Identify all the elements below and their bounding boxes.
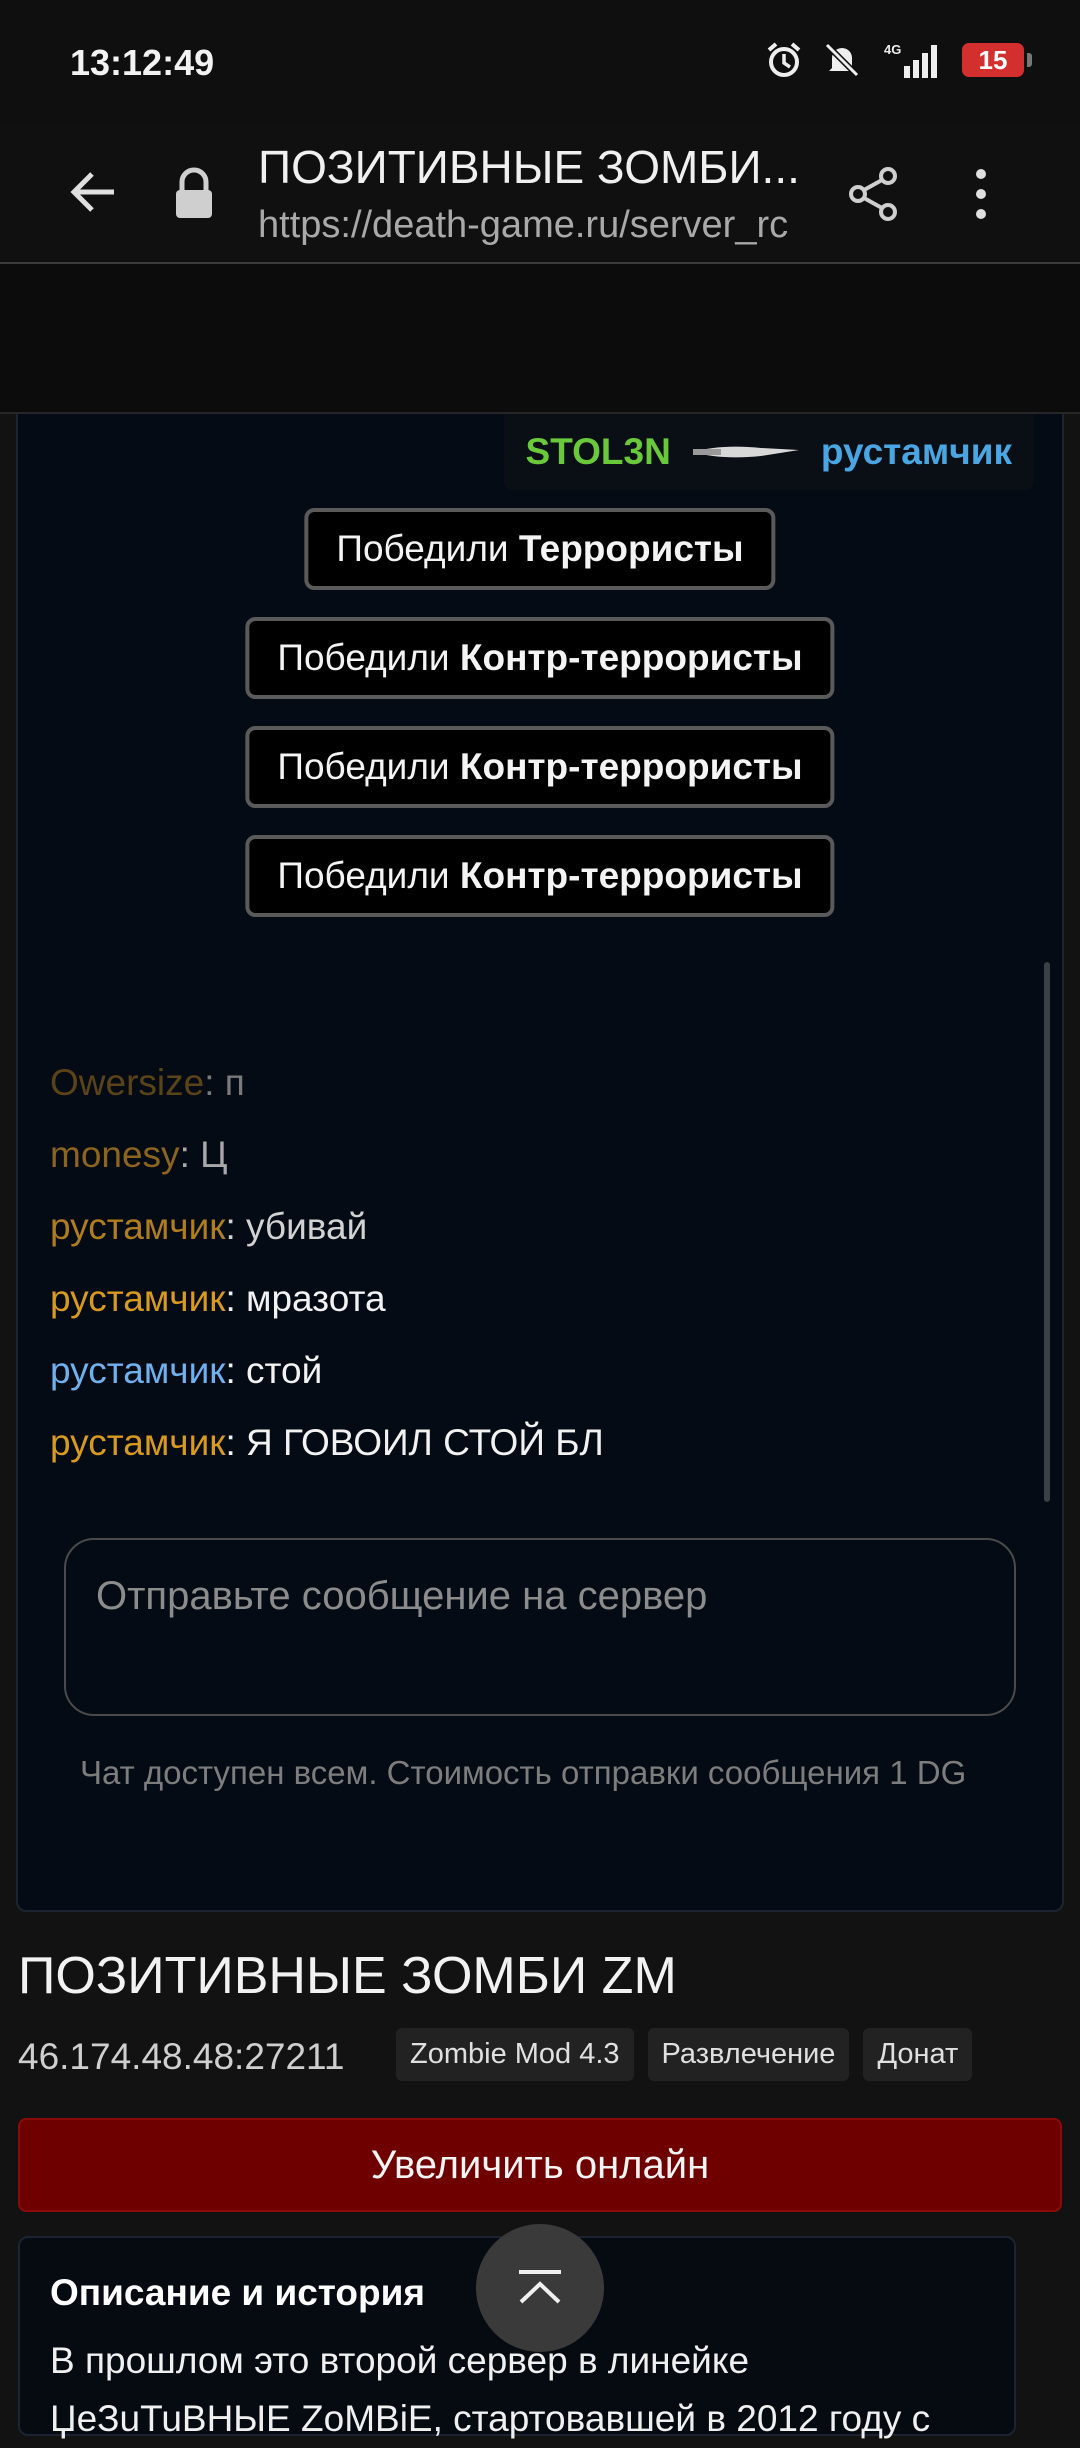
round-prefix: Победили	[277, 746, 450, 787]
server-tags: Zombie Mod 4.3 Развлечение Донат	[396, 2028, 973, 2081]
chat-author[interactable]: рустамчик	[50, 1422, 225, 1463]
lock-icon[interactable]	[172, 166, 216, 222]
scroll-to-top-button[interactable]	[476, 2224, 604, 2352]
tag-donate[interactable]: Донат	[863, 2028, 973, 2081]
chat-text: мразота	[246, 1278, 386, 1319]
round-team: Контр-террористы	[459, 637, 803, 678]
message-input[interactable]: Отправьте сообщение на сервер	[64, 1538, 1016, 1716]
chat-author[interactable]: рустамчик	[50, 1278, 225, 1319]
signal-icon: 4G	[884, 42, 937, 78]
tag-mod[interactable]: Zombie Mod 4.3	[396, 2028, 634, 2081]
round-result: Победили Контр-террористы	[245, 726, 835, 808]
status-time: 13:12:49	[70, 42, 215, 83]
chat-text: п	[224, 1062, 245, 1103]
round-team: Контр-террористы	[459, 746, 803, 787]
round-prefix: Победили	[336, 528, 509, 569]
chat-message: monesy: Ц	[50, 1134, 228, 1175]
chat-scrollbar[interactable]	[1044, 962, 1050, 1502]
round-result: Победили Контр-террористы	[245, 835, 835, 917]
chat-message: рустамчик: Я ГОВОИЛ СТОЙ БЛ	[50, 1422, 604, 1463]
bell-muted-icon	[824, 42, 860, 78]
server-ip[interactable]: 46.174.48.48:27211	[18, 2036, 344, 2078]
chat-author[interactable]: monesy	[50, 1134, 180, 1175]
round-result: Победили Террористы	[304, 508, 776, 590]
battery-indicator: 15	[962, 43, 1032, 77]
knife-icon	[692, 446, 799, 458]
network-type-label: 4G	[884, 42, 901, 57]
page-title[interactable]: ПОЗИТИВНЫЕ ЗОМБИ...	[258, 140, 818, 194]
chat-text: убивай	[246, 1206, 368, 1247]
alarm-icon	[767, 42, 801, 77]
browser-toolbar: ПОЗИТИВНЫЕ ЗОМБИ... https://death-game.r…	[0, 126, 1080, 264]
chat-message: рустамчик: убивай	[50, 1206, 368, 1247]
chat-text: стой	[246, 1350, 323, 1391]
round-team: Контр-террористы	[459, 855, 803, 896]
round-result: Победили Контр-террористы	[245, 617, 835, 699]
more-menu-icon[interactable]	[966, 164, 996, 224]
chat-message: рустамчик: стой	[50, 1350, 323, 1391]
boost-online-button[interactable]: Увеличить онлайн	[18, 2118, 1062, 2212]
chat-text: Я ГОВОИЛ СТОЙ БЛ	[246, 1422, 604, 1463]
chat-author[interactable]: рустамчик	[50, 1350, 225, 1391]
server-title: ПОЗИТИВНЫЕ ЗОМБИ ZM	[18, 1947, 677, 2005]
chat-cost-note: Чат доступен всем. Стоимость отправки со…	[80, 1754, 967, 1791]
killfeed-entry: STOL3N рустамчик	[503, 414, 1034, 490]
killfeed-victim: рустамчик	[820, 431, 1012, 472]
address-url[interactable]: https://death-game.ru/server_rc	[258, 204, 803, 247]
round-prefix: Победили	[277, 855, 450, 896]
chevron-up-icon	[519, 2270, 561, 2304]
chat-text: Ц	[200, 1134, 228, 1175]
share-icon[interactable]	[846, 166, 902, 222]
chat-author[interactable]: рустамчик	[50, 1206, 225, 1247]
back-arrow-icon[interactable]	[66, 164, 122, 220]
round-prefix: Победили	[277, 637, 450, 678]
status-bar: 13:12:49 4G 15	[0, 0, 1080, 126]
chat-author[interactable]: Owersize	[50, 1062, 204, 1103]
server-chat-panel: STOL3N рустамчик Победили Террористы Поб…	[16, 414, 1064, 1912]
chat-message: Owersize: п	[50, 1062, 245, 1103]
killfeed-killer: STOL3N	[525, 431, 671, 472]
chat-message: рустамчик: мразота	[50, 1278, 386, 1319]
status-icons: 4G 15	[764, 40, 1032, 80]
user-avatar[interactable]	[0, 264, 1080, 414]
round-team: Террористы	[518, 528, 744, 569]
tag-category[interactable]: Развлечение	[647, 2028, 850, 2081]
